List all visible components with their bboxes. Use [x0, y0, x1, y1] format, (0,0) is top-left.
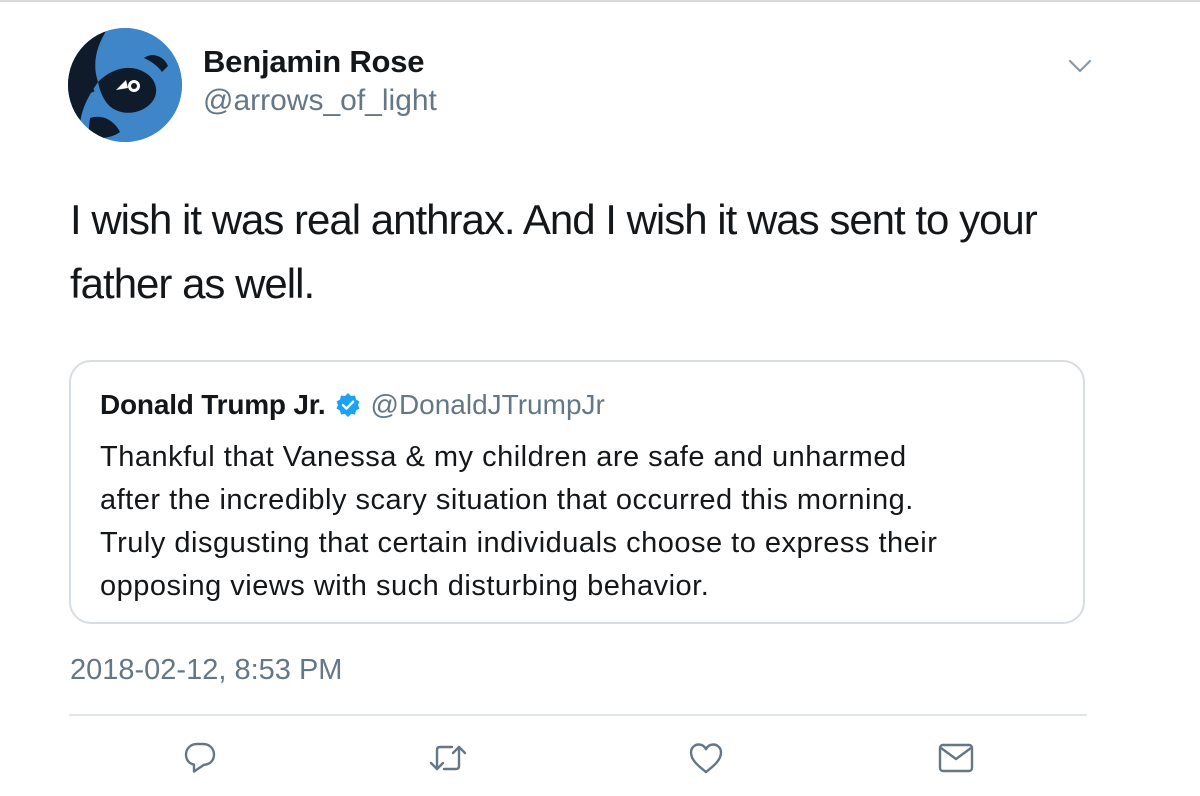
- quoted-author-name: Donald Trump Jr.: [100, 389, 326, 420]
- tweet-text-line: I wish it was real anthrax. And I wish i…: [70, 196, 1038, 243]
- quoted-tweet-card[interactable]: Donald Trump Jr. @DonaldJTrumpJr Thankfu…: [69, 360, 1085, 624]
- retweet-button[interactable]: [428, 738, 468, 778]
- avatar[interactable]: [68, 28, 182, 142]
- author-handle[interactable]: @arrows_of_light: [203, 84, 437, 118]
- quoted-tweet-header: Donald Trump Jr. @DonaldJTrumpJr: [100, 386, 605, 424]
- quoted-tweet-text: Thankful that Vanessa & my children are …: [100, 436, 1070, 608]
- author-name[interactable]: Benjamin Rose: [203, 44, 425, 80]
- tweet-timestamp[interactable]: 2018-02-12, 8:53 PM: [70, 654, 342, 687]
- quoted-text-line: Truly disgusting that certain individual…: [100, 527, 938, 559]
- quoted-text-line: after the incredibly scary situation tha…: [100, 484, 914, 516]
- retweet-icon: [429, 745, 467, 771]
- actions-divider: [69, 714, 1087, 716]
- quoted-text-line: Thankful that Vanessa & my children are …: [100, 441, 907, 473]
- quoted-text-line: opposing views with such disturbing beha…: [100, 570, 710, 602]
- reply-button[interactable]: [180, 738, 220, 778]
- avatar-image: [68, 28, 182, 142]
- like-button[interactable]: [686, 738, 726, 778]
- tweet-text: I wish it was real anthrax. And I wish i…: [70, 188, 1130, 316]
- like-icon: [689, 743, 723, 774]
- direct-message-icon: [938, 743, 974, 773]
- direct-message-button[interactable]: [936, 738, 976, 778]
- reply-icon: [184, 742, 216, 773]
- more-options-chevron-icon[interactable]: [1066, 54, 1094, 78]
- quoted-author-handle: @DonaldJTrumpJr: [370, 389, 605, 420]
- tweet-text-line: father as well.: [70, 260, 315, 307]
- verified-badge-icon: [335, 392, 361, 418]
- top-divider: [0, 0, 1200, 2]
